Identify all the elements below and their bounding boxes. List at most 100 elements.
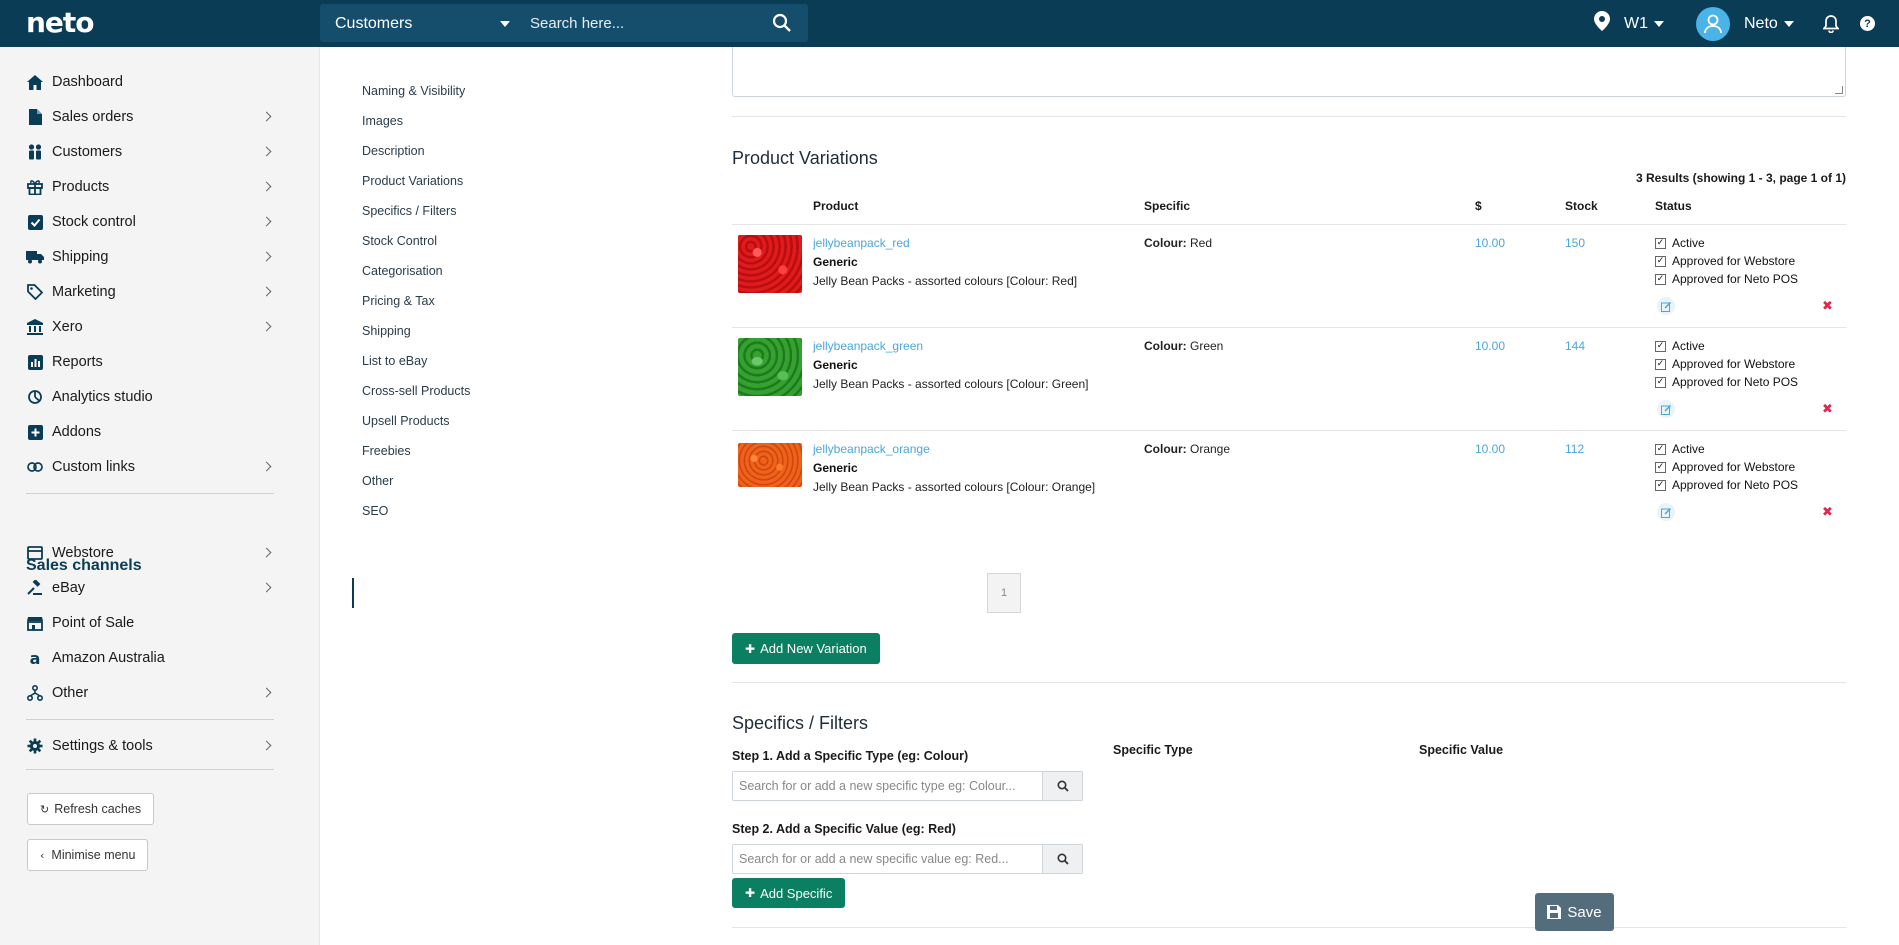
section-link-cross-sell[interactable]: Cross-sell Products	[362, 384, 470, 398]
section-link-seo[interactable]: SEO	[362, 504, 388, 518]
search-scope-select[interactable]: Customers	[320, 4, 520, 42]
checkmark-icon: ✓	[1655, 255, 1666, 267]
section-link-description[interactable]: Description	[362, 144, 425, 158]
sidebar-item-sales-orders[interactable]: Sales orders	[26, 102, 274, 132]
variation-sku-link[interactable]: jellybeanpack_red	[813, 236, 910, 250]
analytics-icon	[26, 388, 44, 406]
search-icon[interactable]	[1042, 772, 1082, 800]
sidebar-item-marketing[interactable]: Marketing	[26, 277, 274, 307]
sidebar-item-customers[interactable]: Customers	[26, 137, 274, 167]
sidebar-item-addons[interactable]: Addons	[26, 417, 274, 447]
add-new-variation-button[interactable]: ✚ Add New Variation	[732, 633, 880, 664]
variation-price[interactable]: 10.00	[1475, 442, 1505, 456]
specific-key: Colour:	[1144, 236, 1187, 250]
sidebar-item-dashboard[interactable]: Dashboard	[26, 67, 274, 97]
status-active-checkbox[interactable]: ✓ Active	[1655, 339, 1705, 353]
add-specific-button[interactable]: ✚ Add Specific	[732, 878, 846, 908]
section-link-other[interactable]: Other	[362, 474, 393, 488]
status-webstore-checkbox[interactable]: ✓ Approved for Webstore	[1655, 254, 1795, 268]
sidebar-item-settings[interactable]: Settings & tools	[26, 731, 274, 761]
checkmark-icon: ✓	[1655, 479, 1666, 491]
neto-logo[interactable]: neto	[26, 6, 95, 39]
specific-value-field	[732, 844, 1083, 874]
bar-chart-icon	[26, 353, 44, 371]
status-pos-checkbox[interactable]: ✓ Approved for Neto POS	[1655, 478, 1798, 492]
bell-icon[interactable]	[1823, 0, 1839, 47]
status-active-checkbox[interactable]: ✓ Active	[1655, 236, 1705, 250]
sidebar-item-point-of-sale[interactable]: Point of Sale	[26, 608, 274, 638]
variation-price[interactable]: 10.00	[1475, 236, 1505, 250]
delete-icon[interactable]: ✖	[1822, 299, 1833, 314]
section-link-product-variations[interactable]: Product Variations	[362, 174, 463, 188]
sidebar-item-custom-links[interactable]: Custom links	[26, 452, 274, 482]
location-selector[interactable]: W1	[1594, 0, 1664, 47]
pagination-page-1[interactable]: 1	[987, 573, 1021, 613]
sidebar-item-amazon-australia[interactable]: a Amazon Australia	[26, 643, 274, 673]
sidebar: Dashboard Sales orders Customers Product…	[0, 47, 320, 945]
sidebar-item-webstore[interactable]: Webstore	[26, 538, 274, 568]
variation-stock[interactable]: 144	[1565, 339, 1585, 353]
sidebar-item-label: Webstore	[52, 545, 114, 561]
specific-type-input[interactable]	[733, 772, 1042, 800]
status-label: Active	[1672, 339, 1705, 353]
sidebar-item-other[interactable]: Other	[26, 678, 274, 708]
sidebar-item-xero[interactable]: Xero	[26, 312, 274, 342]
user-menu[interactable]: Neto	[1696, 0, 1794, 47]
section-link-naming[interactable]: Naming & Visibility	[362, 84, 465, 98]
sidebar-item-stock-control[interactable]: Stock control	[26, 207, 274, 237]
status-webstore-checkbox[interactable]: ✓ Approved for Webstore	[1655, 357, 1795, 371]
delete-icon[interactable]: ✖	[1822, 402, 1833, 417]
product-thumbnail[interactable]	[738, 443, 802, 487]
sidebar-item-analytics-studio[interactable]: Analytics studio	[26, 382, 274, 412]
status-label: Approved for Neto POS	[1672, 375, 1799, 389]
section-link-specifics[interactable]: Specifics / Filters	[362, 204, 456, 218]
section-link-upsell[interactable]: Upsell Products	[362, 414, 450, 428]
description-textarea[interactable]	[732, 47, 1846, 97]
sidebar-item-ebay[interactable]: eBay	[26, 573, 274, 603]
minimise-menu-button[interactable]: ‹ Minimise menu	[27, 839, 149, 871]
variation-name: Jelly Bean Packs - assorted colours [Col…	[813, 274, 1078, 288]
refresh-caches-button[interactable]: ↻ Refresh caches	[27, 793, 155, 825]
specific-value: Green	[1190, 339, 1224, 353]
variation-sku-link[interactable]: jellybeanpack_orange	[813, 442, 930, 456]
section-link-shipping[interactable]: Shipping	[362, 324, 411, 338]
delete-icon[interactable]: ✖	[1822, 505, 1833, 520]
specific-key: Colour:	[1144, 442, 1187, 456]
edit-icon[interactable]	[1657, 400, 1675, 418]
search-icon[interactable]	[772, 13, 794, 35]
search-icon[interactable]	[1042, 845, 1082, 873]
variation-price[interactable]: 10.00	[1475, 339, 1505, 353]
active-indicator	[352, 578, 354, 608]
resize-handle[interactable]	[1835, 86, 1843, 94]
status-webstore-checkbox[interactable]: ✓ Approved for Webstore	[1655, 460, 1795, 474]
section-link-stock-control[interactable]: Stock Control	[362, 234, 437, 248]
variation-specific: Colour: Red	[1144, 236, 1212, 250]
product-thumbnail[interactable]	[738, 338, 802, 396]
variation-type: Generic	[813, 461, 858, 475]
sidebar-item-products[interactable]: Products	[26, 172, 274, 202]
help-icon[interactable]: ?	[1860, 0, 1875, 47]
store-icon	[26, 614, 44, 632]
sidebar-item-reports[interactable]: Reports	[26, 347, 274, 377]
section-link-images[interactable]: Images	[362, 114, 403, 128]
specific-value-input[interactable]	[733, 845, 1042, 873]
save-button[interactable]: Save	[1535, 893, 1614, 931]
status-pos-checkbox[interactable]: ✓ Approved for Neto POS	[1655, 272, 1798, 286]
section-link-freebies[interactable]: Freebies	[362, 444, 411, 458]
variation-stock[interactable]: 150	[1565, 236, 1585, 250]
edit-icon[interactable]	[1657, 297, 1675, 315]
location-label: W1	[1624, 14, 1648, 32]
status-active-checkbox[interactable]: ✓ Active	[1655, 442, 1705, 456]
variation-stock[interactable]: 112	[1565, 442, 1584, 456]
status-label: Approved for Webstore	[1672, 460, 1796, 474]
sidebar-item-label: Marketing	[52, 284, 116, 300]
section-link-pricing[interactable]: Pricing & Tax	[362, 294, 435, 308]
variation-sku-link[interactable]: jellybeanpack_green	[813, 339, 923, 353]
product-thumbnail[interactable]	[738, 235, 802, 293]
sidebar-item-shipping[interactable]: Shipping	[26, 242, 274, 272]
section-link-ebay[interactable]: List to eBay	[362, 354, 427, 368]
edit-icon[interactable]	[1657, 503, 1675, 521]
section-link-categorisation[interactable]: Categorisation	[362, 264, 443, 278]
search-input[interactable]	[522, 4, 752, 42]
status-pos-checkbox[interactable]: ✓ Approved for Neto POS	[1655, 375, 1798, 389]
